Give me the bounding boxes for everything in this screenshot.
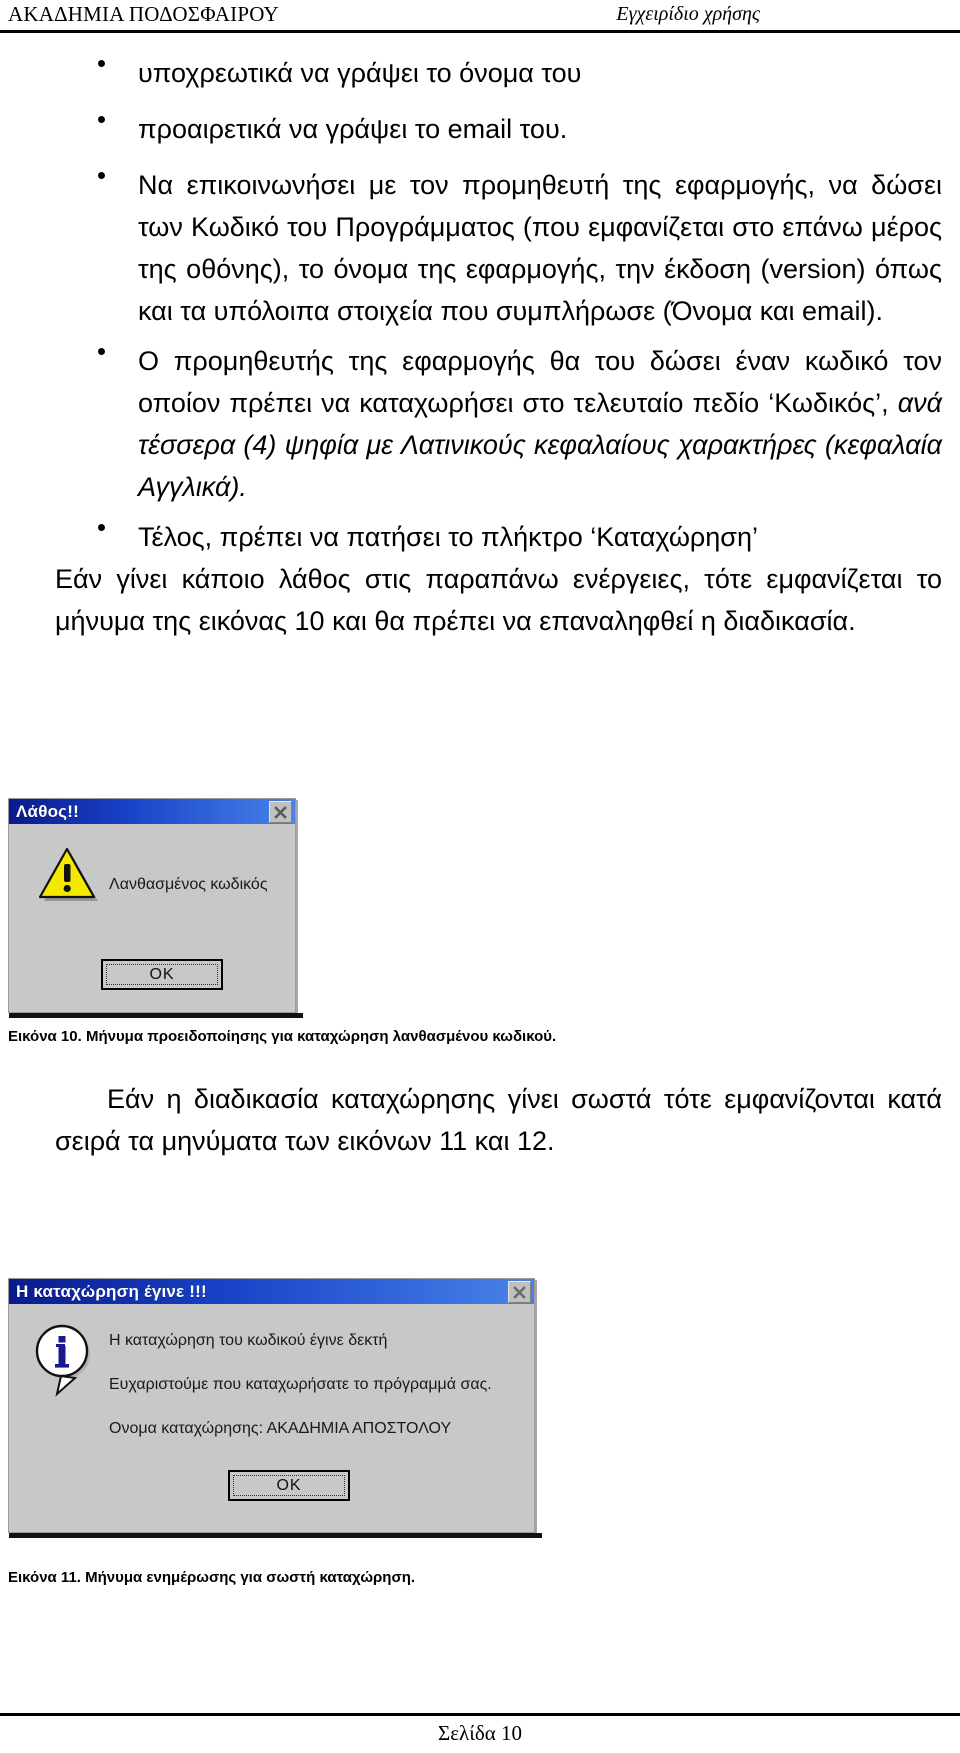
figure-10-caption: Εικόνα 10. Μήνυμα προειδοποίησης για κατ… — [8, 1028, 557, 1045]
success-dialog-titlebar: Η καταχώρηση έγινε !!! — [9, 1279, 534, 1304]
success-dialog-message-line1: Η καταχώρηση του κωδικού έγινε δεκτή — [109, 1332, 388, 1349]
paragraph-error-intro: Εάν γίνει κάποιο λάθος στις παραπάνω ενέ… — [55, 564, 942, 636]
close-icon[interactable] — [269, 801, 292, 823]
bullet-dot-icon — [98, 60, 105, 68]
success-dialog-title: Η καταχώρηση έγινε !!! — [16, 1281, 207, 1301]
error-dialog-title: Λάθος!! — [16, 801, 79, 821]
header-left-title: ΑΚΑΔΗΜΙΑ ΠΟΔΟΣΦΑΙΡΟΥ — [8, 2, 279, 26]
error-dialog-ok-button[interactable]: OK — [101, 959, 223, 990]
success-dialog-body: Η καταχώρηση του κωδικού έγινε δεκτή Ευχ… — [9, 1304, 534, 1532]
dialog-bottom-shadow — [9, 1533, 542, 1538]
paragraph-success-intro: Εάν η διαδικασία καταχώρησης γίνει σωστά… — [55, 1084, 942, 1156]
bullet-dot-icon — [98, 348, 105, 356]
list-item: υποχρεωτικά να γράψει το όνομα του — [0, 52, 960, 94]
bullet-dot-icon — [98, 172, 105, 180]
page-header: ΑΚΑΔΗΜΙΑ ΠΟΔΟΣΦΑΙΡΟΥ Εγχειρίδιο χρήσης — [0, 0, 960, 40]
bullet-text: Τέλος, πρέπει να πατήσει το πλήκτρο ‘Κατ… — [138, 522, 758, 552]
success-dialog-message-line2: Ευχαριστούμε που καταχωρήσατε το πρόγραμ… — [109, 1376, 492, 1393]
close-icon[interactable] — [508, 1281, 531, 1303]
success-dialog-ok-button[interactable]: OK — [228, 1470, 350, 1501]
instruction-bullet-list: υποχρεωτικά να γράψει το όνομα του προαι… — [0, 52, 960, 558]
success-dialog-message-line3: Ονομα καταχώρησης: ΑΚΑΔΗΜΙΑ ΑΠΟΣΤΟΛΟΥ — [109, 1420, 452, 1437]
bullet-text: υποχρεωτικά να γράψει το όνομα του — [138, 58, 582, 88]
list-item: Ο προμηθευτής της εφαρμογής θα του δώσει… — [0, 340, 960, 508]
success-dialog-window[interactable]: Η καταχώρηση έγινε !!! Η καταχώρηση του … — [8, 1278, 542, 1538]
dialog-bottom-shadow — [9, 1013, 303, 1018]
list-item: Να επικοινωνήσει με τον προμηθευτή της ε… — [0, 164, 960, 332]
bullet-text-mixed: Ο προμηθευτής της εφαρμογής θα του δώσει… — [138, 340, 942, 508]
bullet-text: προαιρετικά να γράψει το email του. — [138, 114, 568, 144]
list-item: προαιρετικά να γράψει το email του. — [0, 108, 960, 150]
error-dialog-window[interactable]: Λάθος!! Λανθασμένος κωδικός OK — [8, 798, 303, 1018]
page-footer: Σελίδα 10 — [0, 1713, 960, 1753]
page-number: Σελίδα 10 — [437, 1721, 523, 1745]
information-icon — [31, 1322, 97, 1403]
bullet-text-normal: Ο προμηθευτής της εφαρμογής θα του δώσει… — [138, 346, 942, 418]
error-dialog-ok-label: OK — [106, 964, 218, 985]
bullet-dot-icon — [98, 524, 105, 532]
warning-triangle-icon — [35, 846, 101, 911]
header-right-title: Εγχειρίδιο χρήσης — [616, 3, 760, 25]
success-dialog-ok-label: OK — [233, 1475, 345, 1496]
paragraph-success-wrapper: Εάν η διαδικασία καταχώρησης γίνει σωστά… — [0, 1078, 960, 1162]
bullet-text: Να επικοινωνήσει με τον προμηθευτή της ε… — [138, 170, 942, 326]
figure-11-caption: Εικόνα 11. Μήνυμα ενημέρωσης για σωστή κ… — [8, 1569, 416, 1586]
bullet-dot-icon — [98, 116, 105, 124]
footer-divider — [0, 1713, 960, 1716]
header-divider — [0, 30, 960, 33]
error-dialog-titlebar: Λάθος!! — [9, 799, 295, 824]
error-dialog-body: Λανθασμένος κωδικός OK — [9, 824, 295, 1012]
error-dialog-message: Λανθασμένος κωδικός — [109, 876, 268, 893]
list-item: Τέλος, πρέπει να πατήσει το πλήκτρο ‘Κατ… — [0, 516, 960, 558]
document-content: υποχρεωτικά να γράψει το όνομα του προαι… — [0, 52, 960, 642]
